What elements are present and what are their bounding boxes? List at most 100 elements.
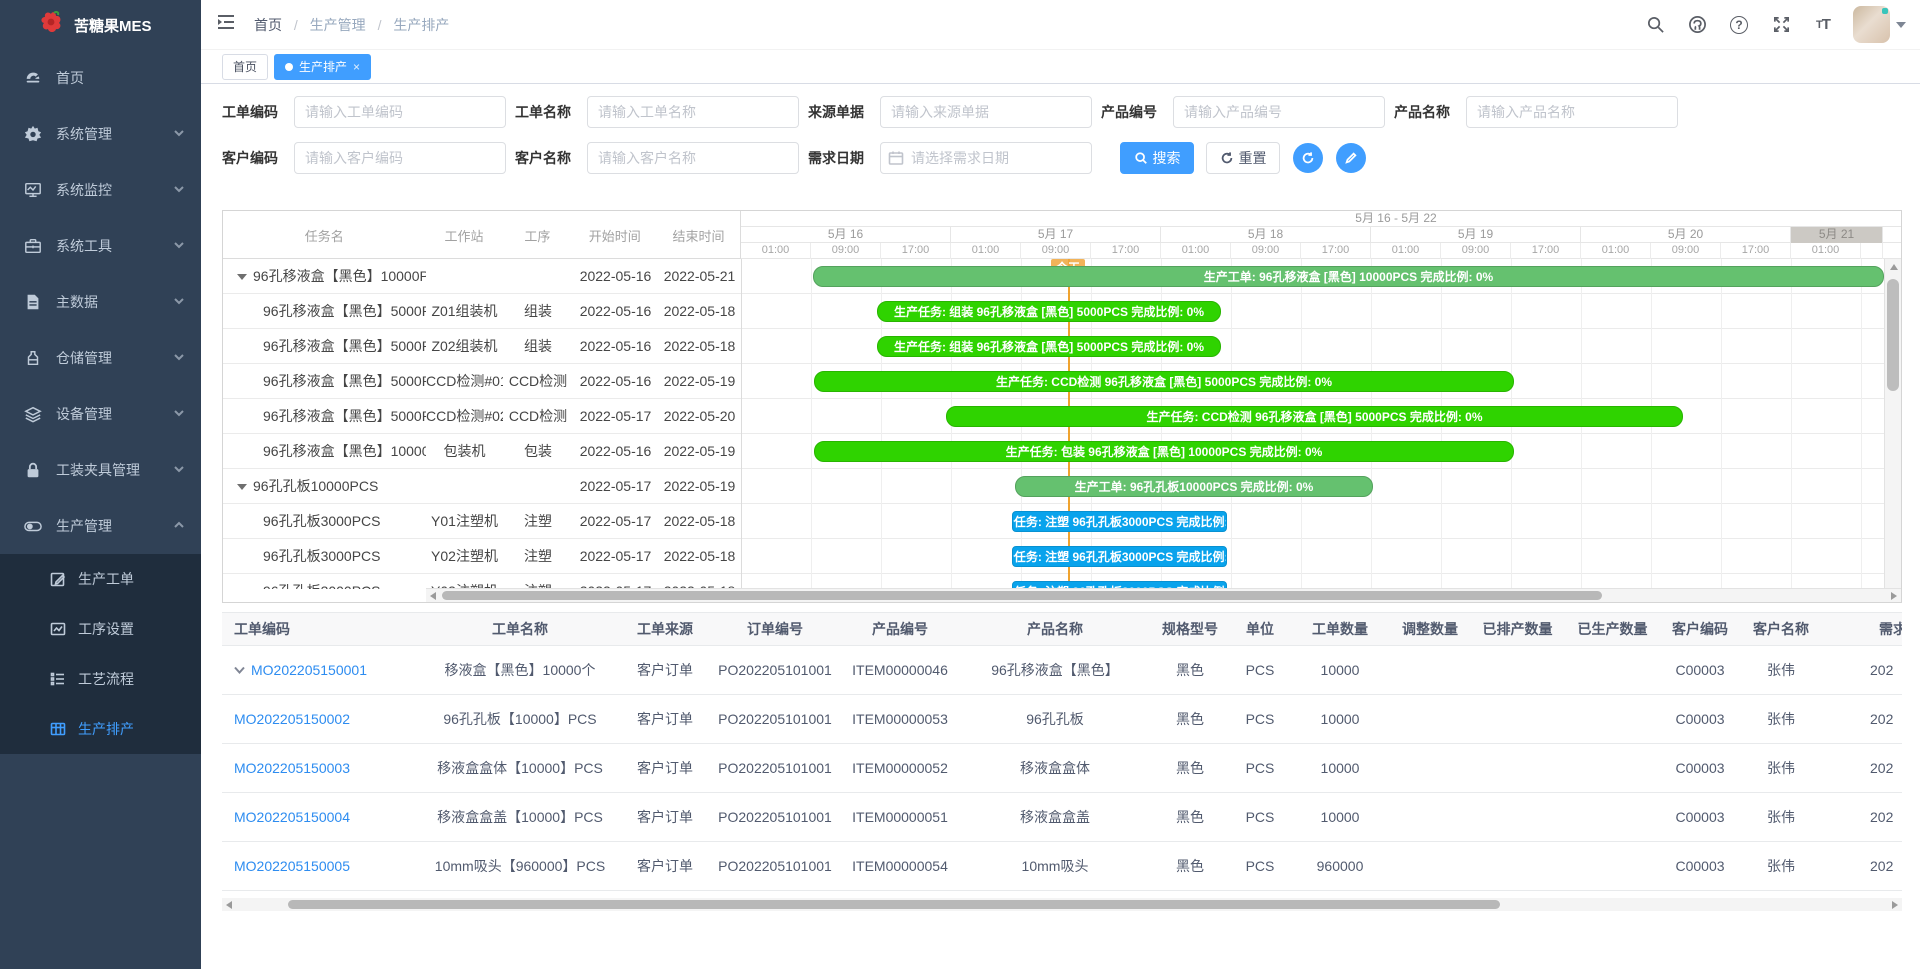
scroll-left-arrow[interactable] [222, 898, 236, 911]
gantt-hour-cell: 01:00 [1581, 243, 1651, 259]
customer-name-input[interactable] [587, 142, 799, 174]
edit-button[interactable] [1336, 143, 1366, 173]
cell-demand-date: 202 [1822, 662, 1902, 678]
sidebar-item-warehouse[interactable]: 仓储管理 [0, 330, 201, 386]
task-workstation: CCD检测#02 [426, 406, 503, 426]
product-name-input[interactable] [1466, 96, 1678, 128]
font-size-icon[interactable]: TT [1811, 13, 1835, 37]
github-icon[interactable] [1685, 13, 1709, 37]
active-dot-icon [285, 63, 293, 71]
tab-label: 首页 [233, 58, 257, 75]
search-icon[interactable] [1643, 13, 1667, 37]
work-order-link[interactable]: MO202205150005 [234, 858, 350, 874]
sidebar-item-scheduling[interactable]: 生产排产 [0, 704, 201, 754]
avatar[interactable] [1853, 6, 1890, 43]
gantt-bar[interactable]: 生产任务: 注塑 96孔孔板3000PCS 完成比例: 0% [1012, 546, 1227, 567]
scrollbar-thumb[interactable] [1887, 279, 1899, 391]
gantt-bar[interactable]: 生产工单: 96孔移液盒 [黑色] 10000PCS 完成比例: 0% [813, 266, 1884, 287]
cell-spec: 黑色 [1150, 856, 1230, 876]
work-order-link[interactable]: MO202205150002 [234, 711, 350, 727]
scroll-right-arrow[interactable] [1887, 589, 1901, 602]
table-header: 工单编码工单名称工单来源订单编号产品编号产品名称规格型号单位工单数量调整数量已排… [222, 612, 1902, 646]
demand-date-input[interactable] [880, 142, 1092, 174]
gantt-bar[interactable]: 生产任务: 组装 96孔移液盒 [黑色] 5000PCS 完成比例: 0% [877, 301, 1221, 322]
sidebar-item-equipment[interactable]: 设备管理 [0, 386, 201, 442]
tab-home[interactable]: 首页 [222, 54, 268, 80]
chart-monitor-icon [50, 621, 66, 637]
cell-work-order-code: MO202205150004 [222, 809, 420, 825]
task-name: 96孔孔板3000PCS [223, 546, 426, 566]
cell-qty: 960000 [1290, 858, 1390, 874]
chevron-down-icon[interactable] [234, 666, 245, 674]
search-button[interactable]: 搜索 [1120, 142, 1194, 174]
customer-code-input[interactable] [294, 142, 506, 174]
gantt-day-cell: 5月 17 [951, 227, 1161, 243]
sidebar-item-process-flow[interactable]: 工艺流程 [0, 654, 201, 704]
work-order-name-input[interactable] [587, 96, 799, 128]
sidebar-item-production[interactable]: 生产管理 [0, 498, 201, 554]
close-icon[interactable]: × [353, 60, 360, 74]
gantt-grid-header: 任务名 工作站 工序 开始时间 结束时间 [223, 211, 741, 259]
gantt-day-row: 5月 165月 175月 185月 195月 205月 21 [741, 227, 1901, 243]
scroll-right-arrow[interactable] [1888, 898, 1902, 911]
scroll-left-arrow[interactable] [426, 589, 440, 602]
sidebar-item-process-settings[interactable]: 工序设置 [0, 604, 201, 654]
question-icon[interactable]: ? [1727, 13, 1751, 37]
sidebar-item-work-order[interactable]: 生产工单 [0, 554, 201, 604]
filter-product-code: 产品编号 [1101, 96, 1394, 128]
gantt-week-label: 5月 16 - 5月 22 [1331, 211, 1461, 226]
scrollbar-thumb[interactable] [442, 591, 1602, 600]
sidebar-item-label: 生产排产 [78, 719, 134, 739]
cell-product-name: 96孔移液盒【黑色】 [960, 660, 1150, 680]
filter-source-doc: 来源单据 [808, 96, 1101, 128]
table-column-header: 产品编号 [840, 619, 960, 639]
sidebar-item-system-mgmt[interactable]: 系统管理 [0, 106, 201, 162]
tab-scheduling[interactable]: 生产排产 × [274, 54, 371, 80]
breadcrumb-production[interactable]: 生产管理 [310, 17, 366, 33]
sidebar-item-system-monitor[interactable]: 系统监控 [0, 162, 201, 218]
gantt-bar[interactable]: 生产工单: 96孔孔板10000PCS 完成比例: 0% [1015, 476, 1373, 497]
gantt-col-start: 开始时间 [572, 226, 657, 245]
cell-product-code: ITEM00000054 [840, 858, 960, 874]
work-order-code-input[interactable] [294, 96, 506, 128]
scroll-up-arrow[interactable] [1885, 259, 1902, 275]
cell-customer-name: 张伟 [1740, 758, 1822, 778]
caret-down-icon[interactable] [1896, 22, 1906, 28]
task-process: 注塑 [503, 511, 573, 531]
filter-work-order-name: 工单名称 [515, 96, 808, 128]
gantt-bar[interactable]: 生产任务: CCD检测 96孔移液盒 [黑色] 5000PCS 完成比例: 0% [946, 406, 1683, 427]
source-doc-input[interactable] [880, 96, 1092, 128]
breadcrumb-home[interactable]: 首页 [254, 17, 282, 33]
reset-button[interactable]: 重置 [1206, 142, 1280, 174]
work-order-link[interactable]: MO202205150003 [234, 760, 350, 776]
gantt-bar[interactable]: 生产任务: 组装 96孔移液盒 [黑色] 5000PCS 完成比例: 0% [877, 336, 1221, 357]
work-order-link[interactable]: MO202205150004 [234, 809, 350, 825]
cell-product-name: 10mm吸头 [960, 856, 1150, 876]
work-order-link[interactable]: MO202205150001 [251, 662, 367, 678]
edit-square-icon [50, 571, 66, 587]
gantt-day-cell: 5月 21 [1791, 227, 1883, 243]
sidebar-item-label: 生产工单 [78, 569, 134, 589]
fullscreen-icon[interactable] [1769, 13, 1793, 37]
task-name: 96孔孔板3000PCS [223, 581, 426, 589]
cell-spec: 黑色 [1150, 709, 1230, 729]
sidebar-item-tooling[interactable]: 工装夹具管理 [0, 442, 201, 498]
sidebar-item-home[interactable]: 首页 [0, 50, 201, 106]
sidebar-fold-icon[interactable] [216, 13, 236, 36]
refresh-button[interactable] [1293, 143, 1323, 173]
task-process: 包装 [503, 441, 573, 461]
task-end-date: 2022-05-18 [658, 513, 741, 529]
sidebar-item-system-tools[interactable]: 系统工具 [0, 218, 201, 274]
gantt-bar[interactable]: 生产任务: 注塑 96孔孔板3000PCS 完成比例: 0% [1012, 511, 1227, 532]
app-logo[interactable]: 苦糖果MES [0, 0, 201, 50]
gantt-bar[interactable]: 生产任务: 包装 96孔移液盒 [黑色] 10000PCS 完成比例: 0% [814, 441, 1514, 462]
sidebar-item-master-data[interactable]: 主数据 [0, 274, 201, 330]
gantt-bar[interactable]: 生产任务: CCD检测 96孔移液盒 [黑色] 5000PCS 完成比例: 0% [814, 371, 1514, 392]
product-code-input[interactable] [1173, 96, 1385, 128]
cell-source: 客户订单 [620, 758, 710, 778]
cell-customer-code: C00003 [1660, 858, 1740, 874]
scrollbar-thumb[interactable] [288, 900, 1500, 909]
warehouse-icon [24, 349, 42, 367]
sidebar-item-label: 仓储管理 [56, 348, 173, 368]
reset-button-label: 重置 [1239, 148, 1267, 168]
